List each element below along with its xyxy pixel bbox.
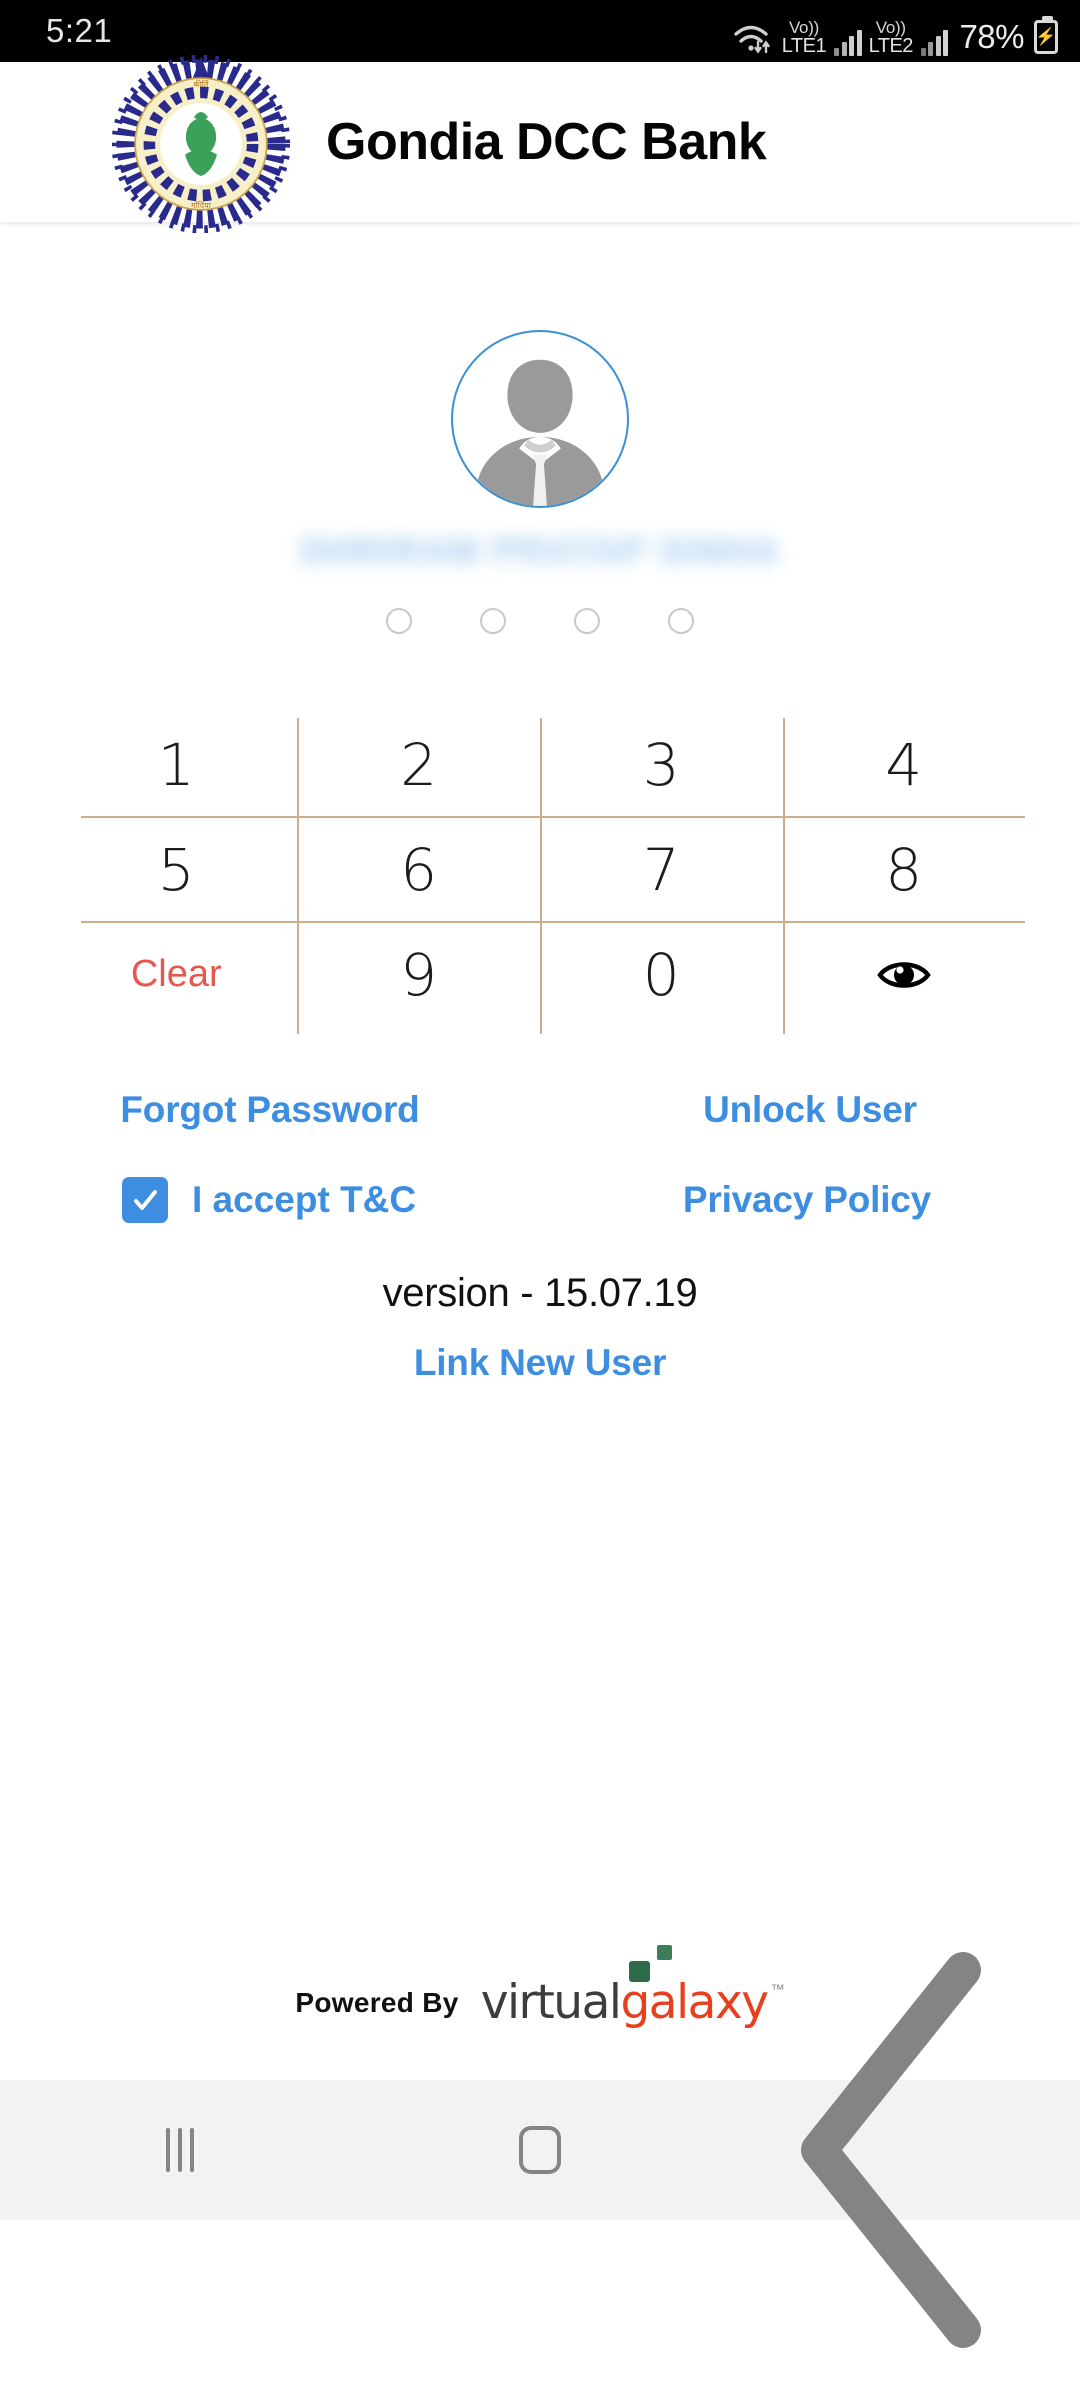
- show-pin-toggle[interactable]: [783, 922, 1026, 1027]
- action-links-row: Forgot Password Unlock User: [0, 1089, 1080, 1131]
- keypad-key-4[interactable]: 4: [783, 712, 1026, 817]
- accept-tc-checkbox[interactable]: [122, 1177, 168, 1223]
- brand-virtual-text: virtual: [480, 1975, 622, 2030]
- pin-dot-3: [574, 608, 600, 634]
- privacy-policy-link[interactable]: Privacy Policy: [683, 1179, 931, 1220]
- recents-icon: [166, 2128, 194, 2172]
- keypad-key-6[interactable]: 6: [298, 817, 541, 922]
- user-avatar-icon: [451, 330, 629, 508]
- pin-dot-2: [480, 608, 506, 634]
- unlock-user-link[interactable]: Unlock User: [703, 1089, 917, 1130]
- pin-dot-1: [386, 608, 412, 634]
- keypad-key-5[interactable]: 5: [55, 817, 298, 922]
- logo-square-small: [656, 1945, 672, 1960]
- link-new-user-row: Link New User: [0, 1342, 1080, 1384]
- svg-text:गोंदिया: गोंदिया: [191, 200, 212, 210]
- sim1-network-label: LTE1: [781, 35, 827, 57]
- keypad-row: 1 2 3 4: [55, 712, 1025, 817]
- back-chevron-icon: [801, 1952, 981, 2348]
- keypad-key-9[interactable]: 9: [298, 922, 541, 1027]
- home-icon: [519, 2126, 561, 2174]
- keypad-row: Clear 9 0: [55, 922, 1025, 1027]
- powered-by-label: Powered By: [295, 1986, 459, 2018]
- sim1-volte-indicator: Vo)) LTE1: [781, 18, 827, 57]
- keypad-key-3[interactable]: 3: [540, 712, 783, 817]
- version-label: version - 15.07.19: [382, 1271, 698, 1315]
- forgot-password-link[interactable]: Forgot Password: [120, 1089, 419, 1130]
- keypad-key-2[interactable]: 2: [298, 712, 541, 817]
- link-new-user-link[interactable]: Link New User: [414, 1342, 667, 1383]
- keypad-key-8[interactable]: 8: [783, 817, 1026, 922]
- eye-icon: [876, 961, 931, 988]
- username-label: SHRIRAM PRATAP SINHA: [298, 530, 782, 571]
- sim2-volte-label: Vo)): [875, 18, 906, 37]
- logo-square-large: [628, 1961, 650, 1982]
- avatar-container: [0, 330, 1080, 508]
- nav-recents-button[interactable]: [0, 2128, 360, 2172]
- bank-emblem-logo: कीर्ति गोंदिया: [112, 55, 290, 233]
- sim2-signal-icon: [920, 30, 949, 56]
- sim2-volte-indicator: Vo)) LTE2: [868, 18, 914, 57]
- keypad-row: 5 6 7 8: [55, 817, 1025, 922]
- pin-keypad: 1 2 3 4 5 6 7 8 Clear 9 0: [55, 712, 1025, 1034]
- sim1-volte-label: Vo)): [788, 18, 819, 37]
- accept-tc-label[interactable]: I accept T&C: [192, 1179, 416, 1221]
- nav-home-button[interactable]: [360, 2126, 720, 2174]
- wifi-icon: [733, 22, 775, 56]
- pin-dot-4: [668, 608, 694, 634]
- keypad-key-7[interactable]: 7: [540, 817, 783, 922]
- phone-screen: 5:21 Vo)) LTE1 Vo)) LTE2 78% ⚡ कीर्ति गो…: [0, 0, 1080, 2348]
- pin-indicator: [0, 608, 1080, 634]
- app-header: कीर्ति गोंदिया Gondia DCC Bank: [0, 55, 1080, 233]
- login-content: SHRIRAM PRATAP SINHA 1 2 3 4 5 6 7 8 Cle…: [0, 222, 1080, 1384]
- sim1-signal-icon: [834, 30, 862, 56]
- status-bar-clock: 5:21: [46, 12, 113, 49]
- keypad-key-1[interactable]: 1: [55, 712, 298, 817]
- status-bar-icons: Vo)) LTE1 Vo)) LTE2 78% ⚡: [733, 0, 1058, 62]
- svg-text:कीर्ति: कीर्ति: [194, 79, 209, 89]
- sim2-network-label: LTE2: [868, 35, 914, 57]
- terms-row: I accept T&C Privacy Policy: [0, 1177, 1080, 1223]
- status-bar: 5:21 Vo)) LTE1 Vo)) LTE2 78% ⚡: [0, 0, 1080, 62]
- keypad-clear-button[interactable]: Clear: [55, 922, 298, 1027]
- battery-charging-icon: ⚡: [1034, 16, 1058, 54]
- android-nav-bar: [0, 1952, 1080, 2348]
- nav-back-button[interactable]: [720, 1916, 1080, 2384]
- check-icon: [134, 1190, 157, 1210]
- battery-percent-label: 78%: [959, 18, 1024, 55]
- page-title: Gondia DCC Bank: [326, 113, 767, 171]
- keypad-key-0[interactable]: 0: [540, 922, 783, 1027]
